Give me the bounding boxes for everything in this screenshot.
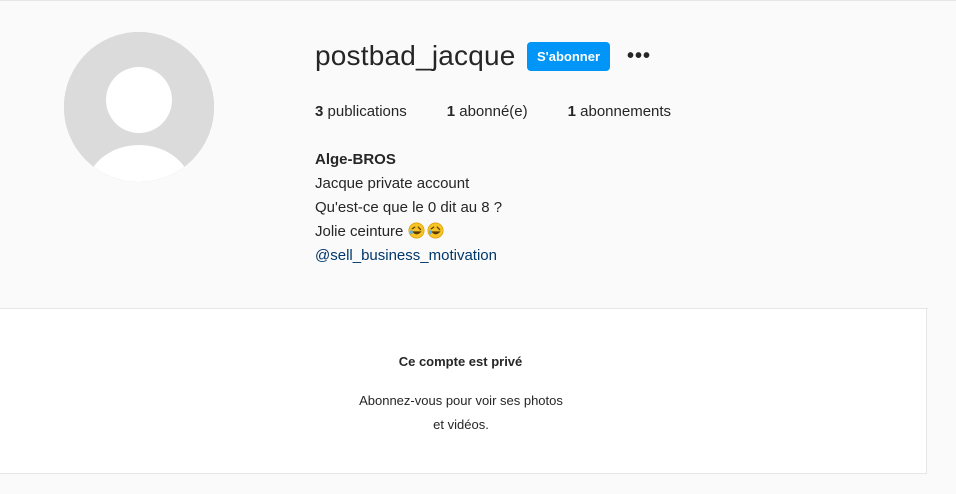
posts-count: 3 (315, 103, 324, 120)
private-title: Ce compte est privé (398, 354, 523, 369)
following-stat: 1 abonnements (568, 103, 671, 120)
followers-count: 1 (446, 103, 456, 120)
bio-line-1: Jacque private account (315, 175, 470, 192)
private-message-line-2: et vidéos. (433, 417, 489, 432)
rolling-on-floor-laughing-emoji-icon (408, 222, 425, 239)
more-options-icon[interactable]: ••• (626, 44, 652, 68)
bio-line-3: Jolie ceinture (315, 223, 404, 240)
profile-avatar[interactable] (64, 32, 214, 182)
bio-line-3-row: Jolie ceinture (315, 220, 502, 244)
default-avatar-icon (64, 32, 214, 182)
followers-stat: 1 abonné(e) (447, 103, 528, 120)
followers-label: abonné(e) (459, 103, 528, 120)
private-message: Abonnez-vous pour voir ses photos et vid… (345, 389, 577, 437)
profile-username: postbad_jacque (315, 40, 516, 71)
top-border (0, 0, 956, 1)
profile-bio: Alge-BROS Jacque private account Qu'est-… (315, 148, 502, 268)
following-label: abonnements (580, 103, 672, 120)
rolling-on-floor-laughing-emoji-icon (427, 222, 444, 239)
profile-stats: 3 publications 1 abonné(e) 1 abonnements (315, 103, 711, 120)
bio-link[interactable]: @sell_business_motivation (315, 244, 502, 268)
bio-name: Alge-BROS (315, 151, 396, 168)
following-count: 1 (567, 103, 576, 120)
posts-label: publications (327, 103, 407, 120)
bio-line-2: Qu'est-ce que le 0 dit au 8 ? (315, 199, 503, 216)
posts-stat: 3 publications (315, 103, 407, 120)
private-message-line-1: Abonnez-vous pour voir ses photos (359, 393, 563, 408)
follow-button[interactable]: S'abonner (527, 42, 610, 71)
